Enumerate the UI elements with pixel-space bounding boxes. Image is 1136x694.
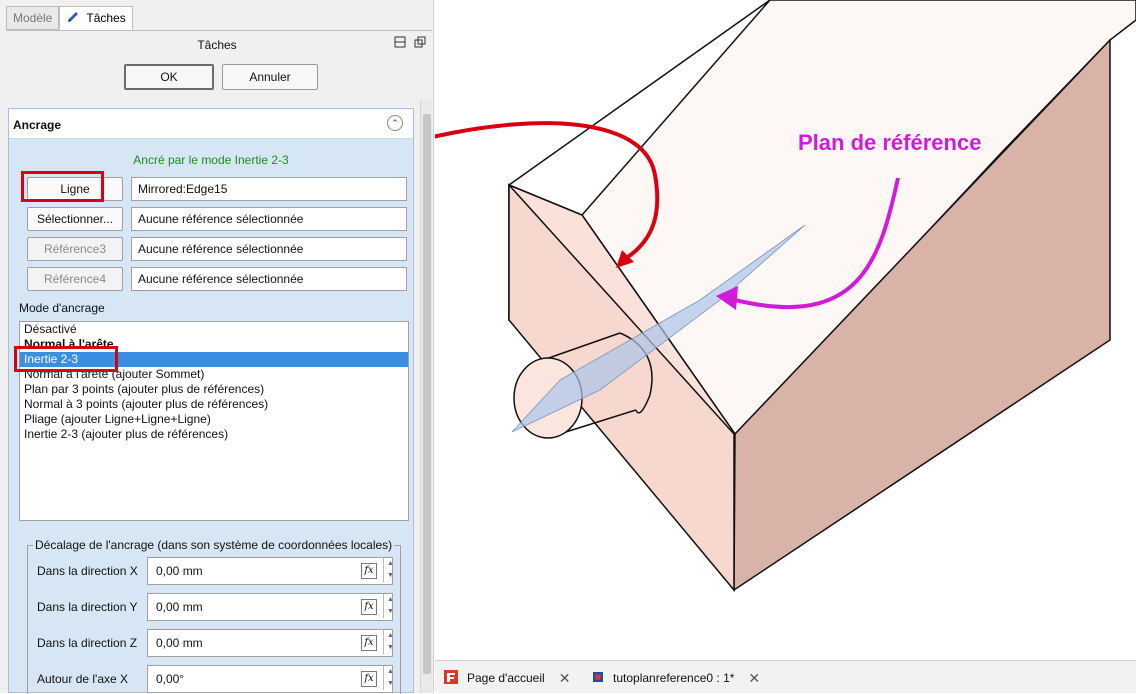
tab-document-label: tutoplanreference0 : 1* [613,671,735,685]
collapse-icon[interactable]: ⌃ [387,115,403,131]
ref3-button[interactable]: Référence3 [27,237,123,261]
expression-icon[interactable]: fx [361,635,377,651]
cancel-button[interactable]: Annuler [222,64,318,90]
spin-arrows-icon[interactable]: ▲ ▼ [383,666,397,690]
ref3-field[interactable]: Aucune référence sélectionnée [131,237,407,261]
mode-label: Mode d'ancrage [19,301,105,315]
list-item[interactable]: Désactivé [20,322,408,337]
float-icon[interactable] [414,36,426,51]
reference-plane-annotation: Plan de référence [798,130,982,155]
spin-arrows-icon[interactable]: ▲ ▼ [383,558,397,582]
offset-y-input[interactable]: 0,00 mm [147,593,393,621]
spin-arrows-icon[interactable]: ▲ ▼ [383,594,397,618]
panel-scrollbar[interactable] [420,100,432,693]
freecad-icon [443,669,459,688]
ref2-button[interactable]: Sélectionner... [27,207,123,231]
attachment-mode-list[interactable]: Désactivé Normal à l'arête Inertie 2-3 N… [19,321,409,521]
tab-home[interactable]: Page d'accueil ✕ [443,667,570,689]
panel-header: Ancrage ⌃ [9,109,413,139]
list-item-selected[interactable]: Inertie 2-3 [20,352,408,367]
offset-y-label: Dans la direction Y [37,600,138,614]
tab-model[interactable]: Modèle [6,6,60,30]
scrollbar-thumb[interactable] [423,114,431,674]
list-item[interactable]: Normal à 3 points (ajouter plus de référ… [20,397,408,412]
list-item[interactable]: Plan par 3 points (ajouter plus de référ… [20,382,408,397]
tab-home-label: Page d'accueil [467,671,545,685]
task-panel: Modèle Tâches Tâches OK Annuler Ancrage … [0,0,434,694]
tab-tasks-label: Tâches [86,11,126,25]
ref1-field[interactable]: Mirrored:Edge15 [131,177,407,201]
list-item[interactable]: Inertie 2-3 (ajouter plus de références) [20,427,408,442]
offset-z-input[interactable]: 0,00 mm [147,629,393,657]
attachment-panel: Ancrage ⌃ Ancré par le mode Inertie 2-3 … [8,108,414,694]
part-icon [591,670,605,687]
dock-icon[interactable] [394,36,406,51]
list-item[interactable]: Pliage (ajouter Ligne+Ligne+Ligne) [20,412,408,427]
tab-tasks[interactable]: Tâches [59,6,133,30]
offset-x-label: Dans la direction X [37,564,138,578]
close-icon[interactable]: ✕ [748,670,760,687]
offset-rx-label: Autour de l'axe X [37,672,129,686]
offset-z-label: Dans la direction Z [37,636,138,650]
document-tabs: Page d'accueil ✕ tutoplanreference0 : 1*… [435,660,1136,693]
offset-rx-input[interactable]: 0,00° [147,665,393,693]
3d-viewport[interactable] [435,0,1136,660]
tab-document[interactable]: tutoplanreference0 : 1* ✕ [591,667,760,689]
expression-icon[interactable]: fx [361,563,377,579]
tasks-title: Tâches [197,38,237,52]
header-icons [394,36,426,51]
expression-icon[interactable]: fx [361,599,377,615]
panel-title: Ancrage [13,118,62,132]
offset-row-rx: Autour de l'axe X 0,00° fx ▲ ▼ [37,665,399,693]
ref4-button[interactable]: Référence4 [27,267,123,291]
tabs-divider [6,30,432,31]
list-item[interactable]: Normal à l'arête (ajouter Sommet) [20,367,408,382]
close-icon[interactable]: ✕ [559,670,571,687]
attachment-status: Ancré par le mode Inertie 2-3 [133,153,289,167]
panel-tabs: Modèle Tâches [6,6,133,30]
list-item[interactable]: Normal à l'arête [20,337,408,352]
pencil-icon [66,10,80,27]
offset-group-title: Décalage de l'ancrage (dans son système … [33,538,395,552]
ref4-field[interactable]: Aucune référence sélectionnée [131,267,407,291]
spin-arrows-icon[interactable]: ▲ ▼ [383,630,397,654]
3d-model [435,0,1136,593]
expression-icon[interactable]: fx [361,671,377,687]
offset-row-x: Dans la direction X 0,00 mm fx ▲ ▼ [37,557,399,585]
offset-row-z: Dans la direction Z 0,00 mm fx ▲ ▼ [37,629,399,657]
offset-x-input[interactable]: 0,00 mm [147,557,393,585]
ok-button[interactable]: OK [124,64,214,90]
ref2-field[interactable]: Aucune référence sélectionnée [131,207,407,231]
ref1-button[interactable]: Ligne [27,177,123,201]
offset-row-y: Dans la direction Y 0,00 mm fx ▲ ▼ [37,593,399,621]
